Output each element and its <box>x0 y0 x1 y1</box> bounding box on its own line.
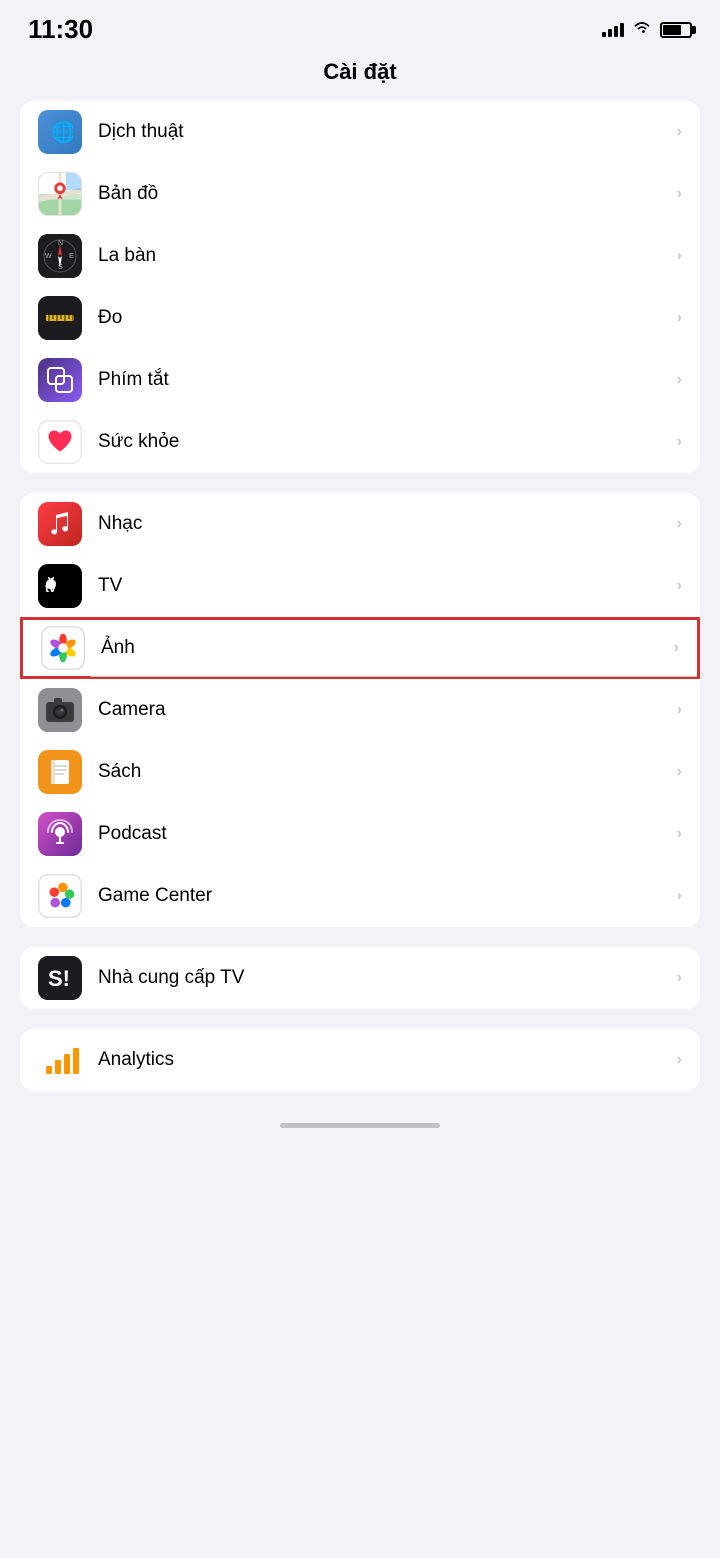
list-item-nhac[interactable]: Nhạc › <box>20 493 700 555</box>
chevron-icon-game-center: › <box>677 887 682 905</box>
chevron-icon-anh: › <box>674 639 679 657</box>
row-label-sach: Sách <box>98 761 677 783</box>
app-icon-podcast <box>38 812 82 856</box>
home-indicator <box>0 1111 720 1136</box>
row-label-suc-khoe: Sức khỏe <box>98 431 677 453</box>
wifi-icon <box>632 19 652 40</box>
chevron-icon-podcast: › <box>677 825 682 843</box>
list-item-dich-thuat[interactable]: 🌐 Dịch thuật › <box>20 101 700 163</box>
battery-icon <box>660 22 692 38</box>
chevron-icon-analytics: › <box>677 1051 682 1069</box>
row-label-la-ban: La bàn <box>98 245 677 267</box>
chevron-icon-ban-do: › <box>677 185 682 203</box>
row-label-anh: Ảnh <box>101 637 674 659</box>
list-item-analytics[interactable]: Analytics › <box>20 1029 700 1091</box>
app-icon-suc-khoe <box>38 420 82 464</box>
svg-text:N: N <box>58 240 63 247</box>
chevron-icon-la-ban: › <box>677 247 682 265</box>
chevron-icon-suc-khoe: › <box>677 433 682 451</box>
app-icon-dich-thuat: 🌐 <box>38 110 82 154</box>
chevron-icon-nha-cung-cap: › <box>677 969 682 987</box>
chevron-icon-nhac: › <box>677 515 682 533</box>
app-icon-camera <box>38 688 82 732</box>
chevron-icon-phim-tat: › <box>677 371 682 389</box>
list-item-phim-tat[interactable]: Phím tắt › <box>20 349 700 411</box>
status-icons <box>602 19 692 40</box>
nav-title: Cài đặt <box>0 53 720 101</box>
row-label-ban-do: Bản đồ <box>98 183 677 205</box>
list-item-ban-do[interactable]: Bản đồ › <box>20 163 700 225</box>
app-icon-nha-cung-cap: S! <box>38 956 82 1000</box>
svg-text:S: S <box>58 264 63 271</box>
list-item-podcast[interactable]: Podcast › <box>20 803 700 865</box>
signal-bars-icon <box>602 23 624 37</box>
row-label-dich-thuat: Dịch thuật <box>98 121 677 143</box>
list-item-game-center[interactable]: Game Center › <box>20 865 700 927</box>
list-item-suc-khoe[interactable]: Sức khỏe › <box>20 411 700 473</box>
settings-group-1: 🌐 Dịch thuật › Bản đồ <box>20 101 700 473</box>
list-item-la-ban[interactable]: N S W E La bàn › <box>20 225 700 287</box>
app-icon-la-ban: N S W E <box>38 234 82 278</box>
settings-group-4: Analytics › <box>20 1029 700 1091</box>
home-bar <box>280 1123 440 1128</box>
app-icon-analytics <box>38 1038 82 1082</box>
app-icon-do <box>38 296 82 340</box>
list-item-do[interactable]: Đo › <box>20 287 700 349</box>
list-item-nha-cung-cap[interactable]: S! Nhà cung cấp TV › <box>20 947 700 1009</box>
list-item-sach[interactable]: Sách › <box>20 741 700 803</box>
list-item-camera[interactable]: Camera › <box>20 679 700 741</box>
chevron-icon-sach: › <box>677 763 682 781</box>
app-icon-game-center <box>38 874 82 918</box>
chevron-icon-dich-thuat: › <box>677 123 682 141</box>
app-icon-anh <box>41 626 85 670</box>
chevron-icon-camera: › <box>677 701 682 719</box>
settings-group-3: S! Nhà cung cấp TV › <box>20 947 700 1009</box>
settings-group-2: Nhạc › tv TV › <box>20 493 700 927</box>
row-label-nhac: Nhạc <box>98 513 677 535</box>
app-icon-sach <box>38 750 82 794</box>
svg-text:E: E <box>69 253 74 260</box>
status-bar: 11:30 <box>0 0 720 53</box>
app-icon-ban-do <box>38 172 82 216</box>
app-icon-nhac <box>38 502 82 546</box>
app-icon-tv: tv <box>38 564 82 608</box>
svg-text:W: W <box>45 253 52 260</box>
chevron-icon-do: › <box>677 309 682 327</box>
list-item-anh[interactable]: Ảnh › <box>20 617 700 679</box>
svg-text:🌐: 🌐 <box>51 120 73 144</box>
row-label-podcast: Podcast <box>98 823 677 845</box>
row-label-camera: Camera <box>98 699 677 721</box>
row-label-phim-tat: Phím tắt <box>98 369 677 391</box>
page-title: Cài đặt <box>323 59 396 84</box>
row-label-analytics: Analytics <box>98 1049 677 1071</box>
status-time: 11:30 <box>28 14 93 45</box>
row-label-nha-cung-cap: Nhà cung cấp TV <box>98 967 677 989</box>
chevron-icon-tv: › <box>677 577 682 595</box>
row-label-do: Đo <box>98 307 677 329</box>
app-icon-phim-tat <box>38 358 82 402</box>
svg-text:S!: S! <box>48 966 70 991</box>
row-label-tv: TV <box>98 575 677 597</box>
list-item-tv[interactable]: tv TV › <box>20 555 700 617</box>
row-label-game-center: Game Center <box>98 885 677 907</box>
